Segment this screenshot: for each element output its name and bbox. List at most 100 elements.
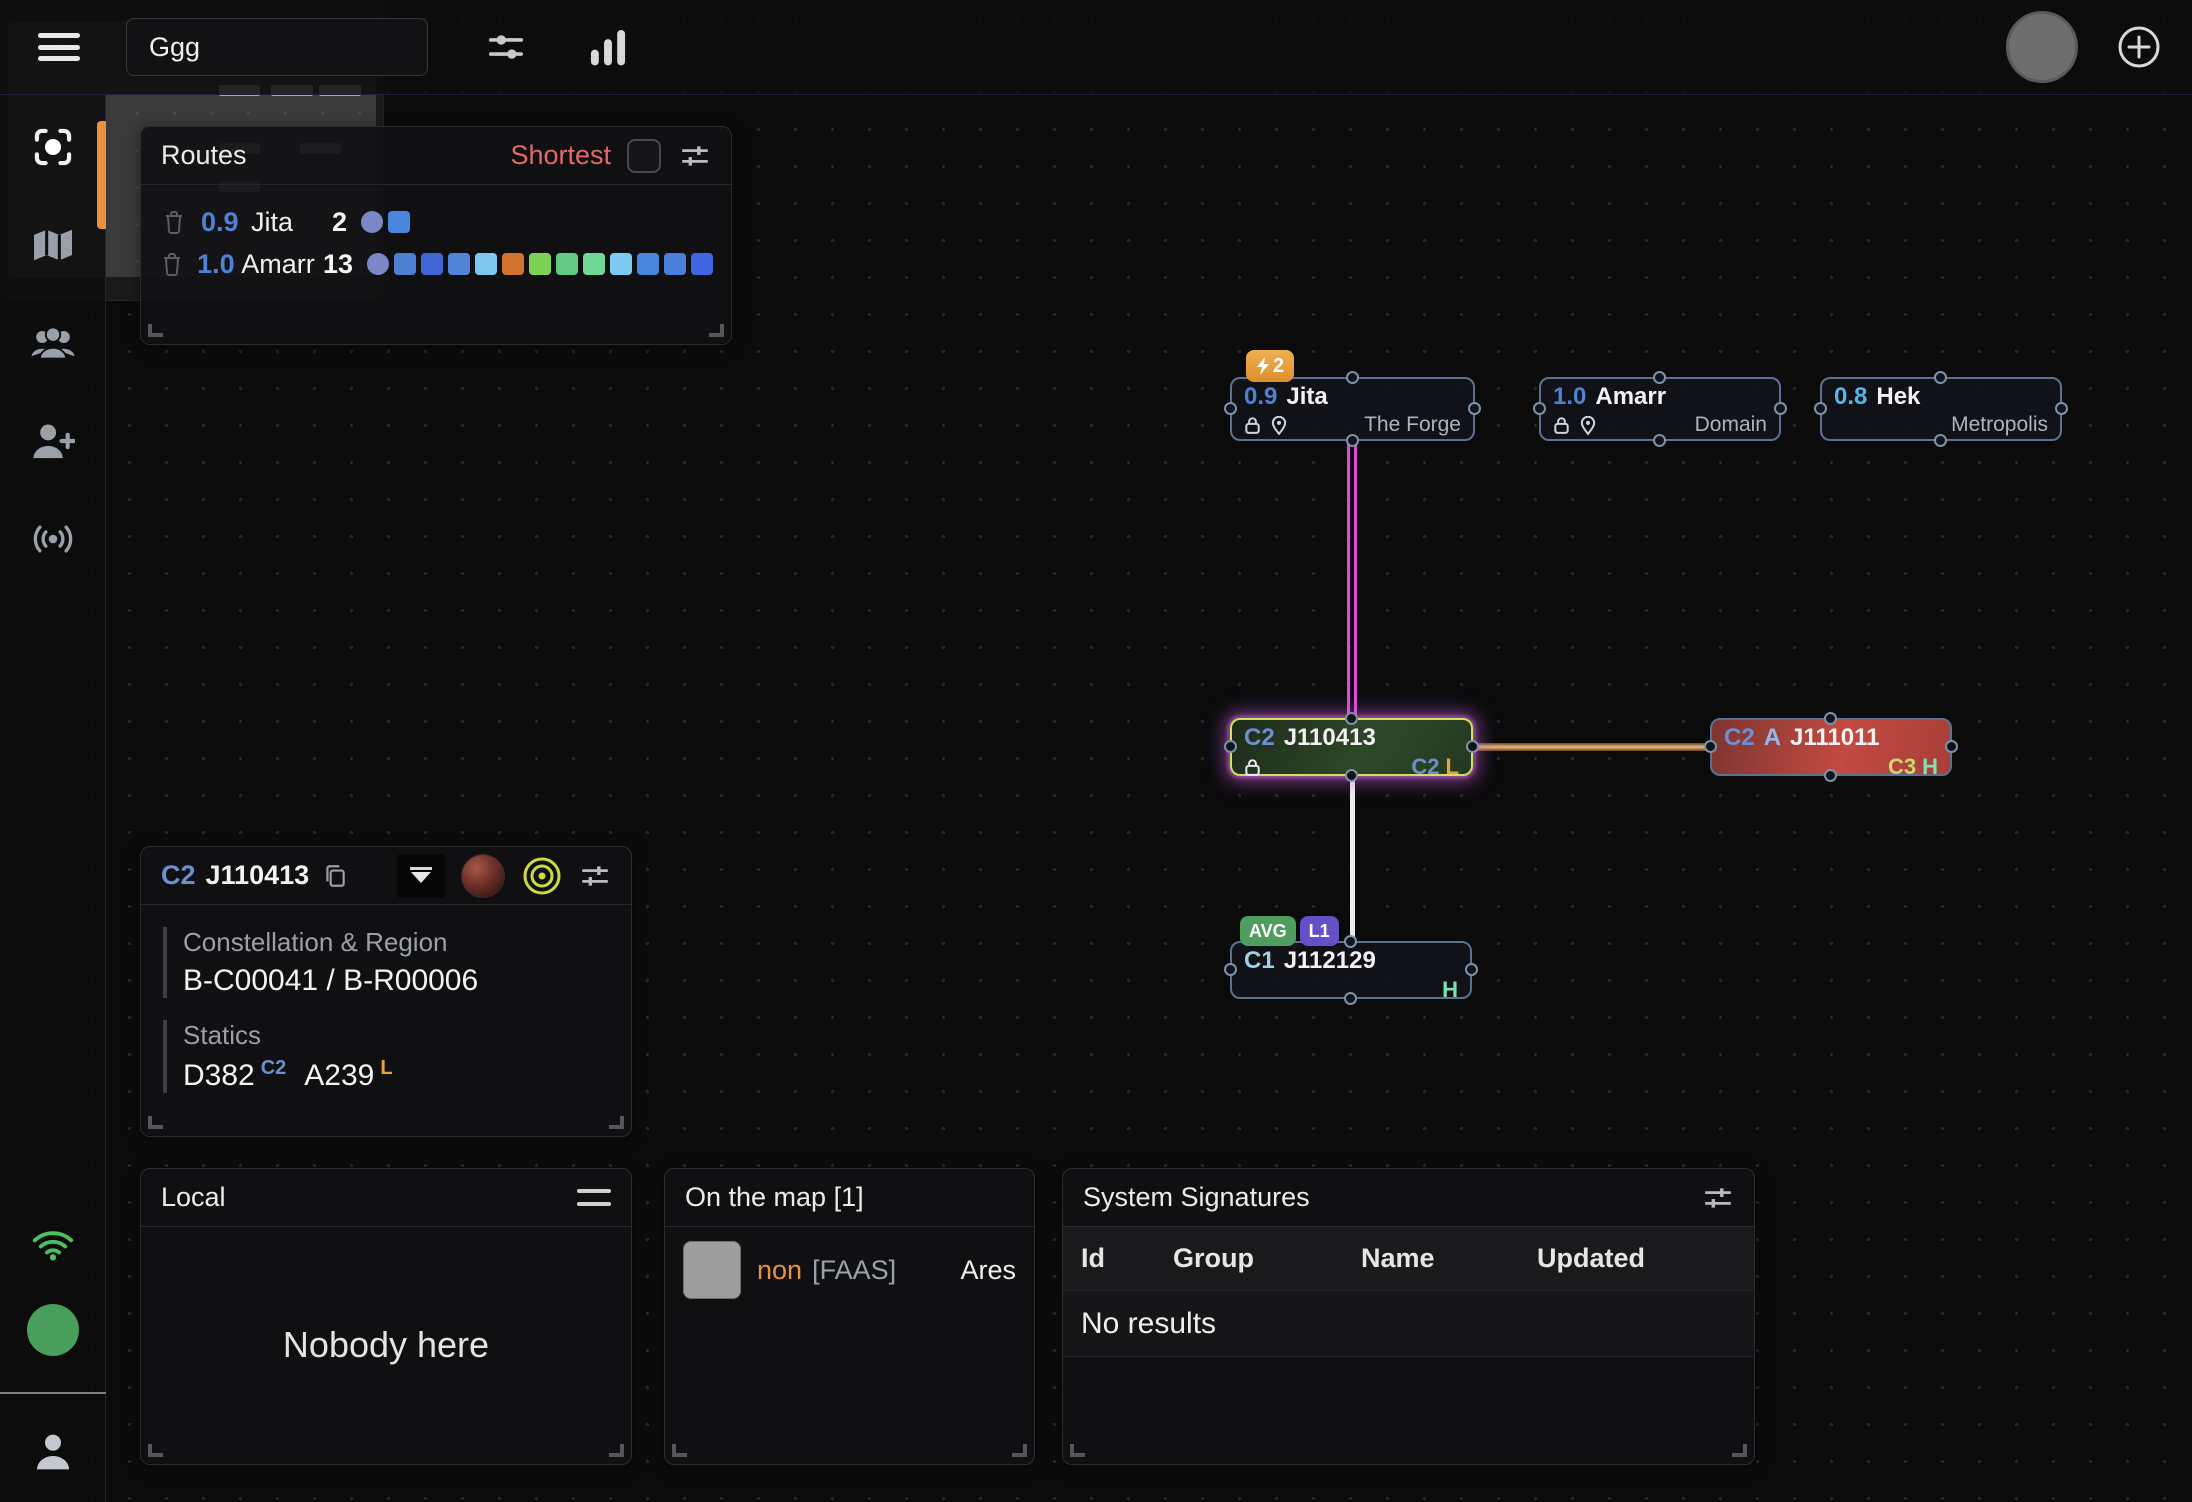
activity-chart-icon[interactable]: [584, 25, 632, 69]
copy-icon[interactable]: [323, 863, 347, 889]
system-thumbnail[interactable]: [461, 854, 505, 898]
sidebar-item-tracking[interactable]: [0, 111, 106, 183]
route-row-amarr[interactable]: 1.0 Amarr 13: [159, 243, 713, 285]
route-segment: [421, 253, 443, 275]
route-segment: [448, 253, 470, 275]
route-segment: [583, 253, 605, 275]
connector-anchor[interactable]: [1704, 740, 1717, 753]
connection-j110413-j112129[interactable]: [1350, 774, 1355, 944]
column-group[interactable]: Group: [1173, 1243, 1361, 1274]
sidebar-item-characters[interactable]: [0, 307, 106, 379]
route-row-jita[interactable]: 0.9 Jita 2: [159, 201, 713, 243]
resize-handle[interactable]: [609, 1444, 624, 1457]
system-node-amarr[interactable]: 1.0 Amarr Domain: [1539, 377, 1781, 441]
statics-label: Statics: [183, 1020, 609, 1051]
route-jump-count: 2: [303, 207, 347, 238]
local-menu-icon[interactable]: [577, 1189, 611, 1206]
resize-handle[interactable]: [1070, 1444, 1085, 1457]
system-settings-icon[interactable]: [579, 862, 611, 890]
system-name: Jita: [1286, 384, 1327, 410]
route-mode-label[interactable]: Shortest: [510, 140, 611, 171]
effect-radar-icon[interactable]: [521, 855, 563, 897]
connector-anchor[interactable]: [1344, 935, 1357, 948]
connection-j110413-j111011[interactable]: [1472, 743, 1712, 751]
connector-anchor[interactable]: [1224, 963, 1237, 976]
route-path-bar: [361, 211, 713, 233]
system-node-j112129[interactable]: AVG L1 C1 J112129 H: [1230, 941, 1472, 999]
route-segment: [556, 253, 578, 275]
sidebar-item-maps[interactable]: [0, 209, 106, 281]
connector-anchor[interactable]: [1465, 963, 1478, 976]
column-name[interactable]: Name: [1361, 1243, 1537, 1274]
connector-anchor[interactable]: [1653, 434, 1666, 447]
connector-anchor[interactable]: [1344, 992, 1357, 1005]
connector-anchor[interactable]: [1346, 434, 1359, 447]
connector-anchor[interactable]: [1224, 402, 1237, 415]
menu-icon[interactable]: [30, 27, 88, 67]
connector-anchor[interactable]: [2055, 402, 2068, 415]
route-path-bar: [367, 253, 713, 275]
pilot-portrait: [683, 1241, 741, 1299]
connector-anchor[interactable]: [1934, 371, 1947, 384]
route-destination: Amarr: [241, 249, 315, 280]
collapse-button[interactable]: [397, 854, 445, 898]
connection-jita-j110413[interactable]: [1347, 441, 1357, 721]
resize-handle[interactable]: [1012, 1444, 1027, 1457]
connector-anchor[interactable]: [1345, 712, 1358, 725]
connector-anchor[interactable]: [1824, 769, 1837, 782]
add-icon[interactable]: [2116, 24, 2162, 70]
local-panel: Local Nobody here: [140, 1168, 632, 1465]
connector-anchor[interactable]: [1345, 769, 1358, 782]
system-node-jita[interactable]: 2 0.9 Jita The Forge: [1230, 377, 1475, 441]
statics-summary: C2L: [1411, 754, 1459, 780]
column-updated[interactable]: Updated: [1537, 1243, 1736, 1274]
map-name-input[interactable]: Ggg: [126, 18, 428, 76]
connector-anchor[interactable]: [1945, 740, 1958, 753]
connector-anchor[interactable]: [1466, 740, 1479, 753]
signatures-settings-icon[interactable]: [1702, 1184, 1734, 1212]
resize-handle[interactable]: [672, 1444, 687, 1457]
sidebar-item-broadcast[interactable]: [0, 503, 106, 575]
region-name: The Forge: [1364, 413, 1461, 437]
resize-handle[interactable]: [148, 324, 163, 337]
connector-anchor[interactable]: [1814, 402, 1827, 415]
connector-anchor[interactable]: [1346, 371, 1359, 384]
resize-handle[interactable]: [709, 324, 724, 337]
on-the-map-title: On the map [1]: [685, 1182, 864, 1213]
pilot-row[interactable]: non [FAAS] Ares: [665, 1227, 1034, 1313]
delete-route-icon[interactable]: [159, 210, 189, 234]
wormhole-class: C1: [1244, 948, 1275, 974]
resize-handle[interactable]: [1732, 1444, 1747, 1457]
map-settings-icon[interactable]: [482, 25, 530, 69]
sidebar-item-profile[interactable]: [0, 1416, 106, 1488]
connector-anchor[interactable]: [1824, 712, 1837, 725]
user-avatar[interactable]: [2006, 11, 2078, 83]
route-segment: [475, 253, 497, 275]
routes-panel: Routes Shortest 0.9 Jita 2: [140, 126, 732, 345]
resize-handle[interactable]: [609, 1116, 624, 1129]
security-status: 1.0: [1553, 384, 1586, 410]
route-segment: [664, 253, 686, 275]
wormhole-class: C2: [1724, 725, 1755, 751]
routes-settings-icon[interactable]: [679, 142, 711, 170]
connector-anchor[interactable]: [1224, 740, 1237, 753]
system-node-j111011[interactable]: C2 A J111011 C3H: [1710, 718, 1952, 776]
connector-anchor[interactable]: [1468, 402, 1481, 415]
connector-anchor[interactable]: [1653, 371, 1666, 384]
resize-handle[interactable]: [148, 1444, 163, 1457]
connector-anchor[interactable]: [1934, 434, 1947, 447]
resize-handle[interactable]: [148, 1116, 163, 1129]
route-mode-checkbox[interactable]: [627, 139, 661, 173]
connector-anchor[interactable]: [1774, 402, 1787, 415]
route-origin-security: 1.0: [197, 249, 237, 280]
people-icon: [29, 325, 77, 361]
system-node-hek[interactable]: 0.8 Hek Metropolis: [1820, 377, 2062, 441]
left-sidebar: [0, 95, 106, 1502]
column-id[interactable]: Id: [1081, 1243, 1173, 1274]
system-node-j110413-selected[interactable]: C2 J110413 C2L: [1230, 718, 1473, 776]
trash-icon: [163, 210, 185, 234]
delete-route-icon[interactable]: [159, 252, 185, 276]
routes-title: Routes: [161, 140, 510, 171]
connector-anchor[interactable]: [1533, 402, 1546, 415]
sidebar-item-add-character[interactable]: [0, 405, 106, 477]
